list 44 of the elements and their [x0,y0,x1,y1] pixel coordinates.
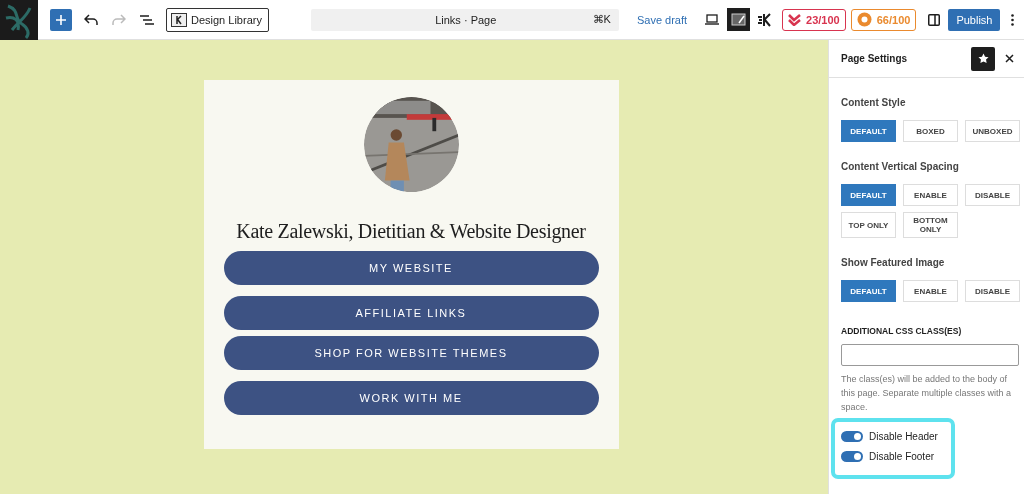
link-button[interactable]: MY WEBSITE [223,251,599,285]
seo-score-badge[interactable]: 23/100 [782,8,846,31]
option-button[interactable]: DEFAULT [841,120,896,142]
close-icon[interactable] [1005,54,1014,63]
command-bar[interactable]: Links · Page ⌘K [310,8,619,31]
option-button[interactable]: ENABLE [903,184,958,206]
k-logo-icon [171,12,187,27]
field-label: ADDITIONAL CSS CLASS(ES) [841,326,963,336]
star-icon [977,53,989,64]
design-library-button[interactable]: Design Library [166,7,269,32]
sidebar-toggle-icon[interactable] [928,13,941,26]
option-button[interactable]: BOXED [903,120,958,142]
chevrons-icon [788,13,802,26]
laptop-icon[interactable] [705,14,720,25]
option-button[interactable]: ENABLE [903,280,958,302]
link-button[interactable]: AFFILIATE LINKS [223,296,599,330]
page-title: Kate Zalewski, Dietitian & Website Designer [236,220,586,243]
help-text: The class(es) will be added to the body of this page. Separate multiple classes with a space. [841,373,1013,414]
star-button[interactable] [971,46,995,71]
link-button[interactable]: SHOP FOR WEBSITE THEMES [223,336,599,370]
option-button[interactable]: TOP ONLY [841,212,896,238]
editor-icon[interactable] [727,8,751,31]
option-button[interactable]: DISABLE [965,184,1020,206]
option-button[interactable]: DISABLE [965,280,1020,302]
save-draft-link[interactable]: Save draft [636,13,688,26]
list-view-icon[interactable] [140,13,154,26]
ring-icon [856,12,872,27]
css-class-field[interactable] [841,344,1019,366]
option-button[interactable]: DEFAULT [841,184,896,206]
section-label: Content Style [841,97,907,108]
option-button[interactable]: UNBOXED [965,120,1020,142]
undo-icon[interactable] [84,13,98,26]
publish-button[interactable]: Publish [948,8,1001,31]
section-label: Show Featured Image [841,257,946,268]
section-label: Content Vertical Spacing [841,161,960,172]
link-button[interactable]: WORK WITH ME [223,381,599,415]
toggle-switch[interactable]: Disable Footer [841,451,945,462]
panel-title: Page Settings [841,53,909,64]
option-button[interactable]: DEFAULT [841,280,896,302]
option-button[interactable]: BOTTOM ONLY [903,212,958,238]
more-options-icon[interactable] [1011,13,1015,26]
plus-icon [56,14,66,25]
toggle-switch[interactable]: Disable Header [841,431,945,442]
add-block-button[interactable] [50,8,72,31]
